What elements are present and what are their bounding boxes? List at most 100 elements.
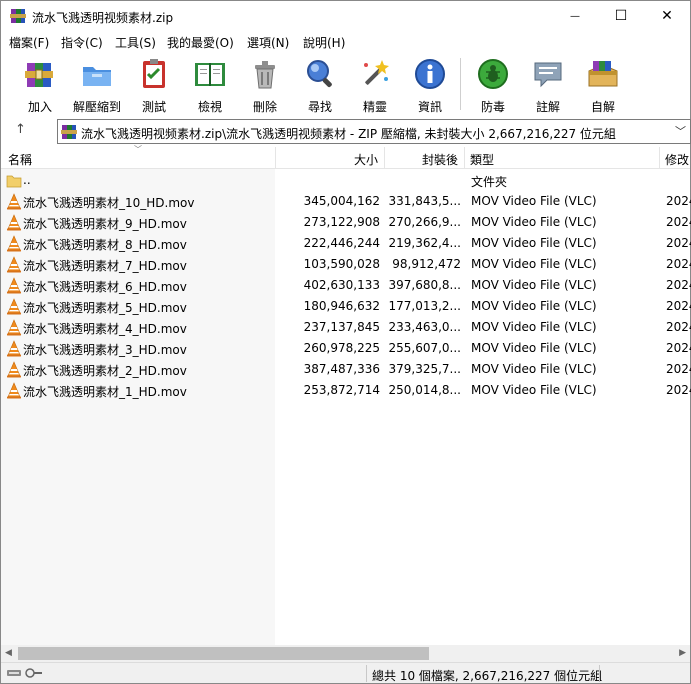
menu-tools[interactable]: 工具(S) xyxy=(115,34,156,51)
minimize-icon: — xyxy=(570,10,580,22)
maximize-icon: ☐ xyxy=(614,8,628,24)
menu-file[interactable]: 檔案(F) xyxy=(9,34,49,51)
file-row[interactable]: 流水飞溅透明素材_3_HD.mov 260,978,225 255,607,0...… xyxy=(1,338,691,359)
menu-favorites[interactable]: 我的最愛(O) xyxy=(167,34,234,51)
vlc-file-icon xyxy=(7,214,21,231)
parent-folder-row[interactable]: .. 文件夾 xyxy=(1,170,690,191)
menu-bar: 檔案(F) 指令(C) 工具(S) 我的最愛(O) 選項(N) 說明(H) xyxy=(1,32,690,52)
menu-help[interactable]: 說明(H) xyxy=(303,34,345,51)
info-label: 資訊 xyxy=(417,100,442,114)
wizard-button[interactable]: 精靈 xyxy=(346,55,402,114)
comment-icon xyxy=(534,62,562,88)
file-packed-size: 177,013,2... xyxy=(388,299,461,313)
file-row[interactable]: 流水飞溅透明素材_7_HD.mov 103,590,028 98,912,472 MO… xyxy=(1,254,691,275)
file-packed-size: 379,325,7... xyxy=(388,362,461,376)
file-modified: 2024 xyxy=(666,320,691,334)
find-button[interactable]: 尋找 xyxy=(291,55,347,114)
column-type[interactable]: 類型 xyxy=(470,151,494,168)
parent-folder-name: .. xyxy=(23,173,31,187)
info-button[interactable]: 資訊 xyxy=(401,55,457,114)
file-list: 名稱 ﹀ 大小 封裝後 類型 修改 .. 文件夾 流水飞溅透明素材_10_HD.… xyxy=(1,145,691,647)
file-size: 260,978,225 xyxy=(303,341,380,355)
wizard-label: 精靈 xyxy=(362,100,387,114)
up-folder-button[interactable]: ↑ xyxy=(15,122,26,137)
view-button[interactable]: 檢視 xyxy=(181,55,237,114)
file-packed-size: 270,266,9... xyxy=(388,215,461,229)
extract-to-button[interactable]: 解壓縮到 xyxy=(68,55,124,114)
status-separator xyxy=(599,665,600,682)
file-row[interactable]: 流水飞溅透明素材_5_HD.mov 180,946,632 177,013,2...… xyxy=(1,296,691,317)
view-icon xyxy=(195,63,225,86)
file-type: MOV Video File (VLC) xyxy=(471,320,597,334)
maximize-button[interactable]: ☐ xyxy=(598,1,644,31)
close-button[interactable]: ✕ xyxy=(644,1,690,31)
file-name: 流水飞溅透明素材_9_HD.mov xyxy=(23,217,187,231)
column-modified[interactable]: 修改 xyxy=(665,151,689,168)
file-type: MOV Video File (VLC) xyxy=(471,383,597,397)
toolbar: 加入 解壓縮到 測試 檢視 刪除 尋找 精靈 資訊 防毒 註解 自解 xyxy=(1,52,690,116)
extract-to-label: 解壓縮到 xyxy=(72,100,121,114)
window-title: 流水飞溅透明视频素材.zip xyxy=(32,11,174,25)
view-label: 檢視 xyxy=(197,100,222,114)
file-row[interactable]: 流水飞溅透明素材_8_HD.mov 222,446,244 219,362,4...… xyxy=(1,233,691,254)
test-icon xyxy=(143,59,165,88)
menu-options[interactable]: 選項(N) xyxy=(247,34,289,51)
horizontal-scrollbar[interactable]: ◀ ▶ xyxy=(1,645,690,662)
file-size: 402,630,133 xyxy=(303,278,380,292)
file-type: MOV Video File (VLC) xyxy=(471,278,597,292)
sfx-button[interactable]: 自解 xyxy=(574,55,630,114)
delete-button[interactable]: 刪除 xyxy=(236,55,292,114)
file-size: 103,590,028 xyxy=(303,257,380,271)
address-bar[interactable]: 流水飞溅透明视频素材.zip\流水飞溅透明视频素材 - ZIP 壓縮檔, 未封裝… xyxy=(57,119,691,144)
file-row[interactable]: 流水飞溅透明素材_6_HD.mov 402,630,133 397,680,8...… xyxy=(1,275,691,296)
vlc-file-icon xyxy=(7,340,21,357)
file-type: MOV Video File (VLC) xyxy=(471,236,597,250)
file-modified: 2024 xyxy=(666,236,691,250)
file-packed-size: 255,607,0... xyxy=(388,341,461,355)
test-button[interactable]: 測試 xyxy=(125,55,181,114)
file-row[interactable]: 流水飞溅透明素材_2_HD.mov 387,487,336 379,325,7...… xyxy=(1,359,691,380)
file-packed-size: 397,680,8... xyxy=(388,278,461,292)
file-type: MOV Video File (VLC) xyxy=(471,215,597,229)
address-path: 流水飞溅透明视频素材.zip\流水飞溅透明视频素材 - ZIP 壓縮檔, 未封裝… xyxy=(81,127,616,141)
comment-button[interactable]: 註解 xyxy=(519,55,575,114)
file-size: 387,487,336 xyxy=(303,362,380,376)
file-size: 180,946,632 xyxy=(303,299,380,313)
add-button[interactable]: 加入 xyxy=(11,55,67,114)
column-divider[interactable] xyxy=(275,147,276,169)
column-divider[interactable] xyxy=(659,147,660,169)
column-size[interactable]: 大小 xyxy=(354,151,378,168)
add-archive-icon xyxy=(25,63,53,87)
column-packed[interactable]: 封裝後 xyxy=(422,151,458,168)
chevron-down-icon[interactable]: ﹀ xyxy=(675,123,686,139)
column-divider[interactable] xyxy=(464,147,465,169)
file-modified: 2024 xyxy=(666,194,691,208)
sort-indicator-icon: ﹀ xyxy=(134,145,142,154)
file-packed-size: 233,463,0... xyxy=(388,320,461,334)
file-name: 流水飞溅透明素材_10_HD.mov xyxy=(23,196,195,210)
scroll-right-icon[interactable]: ▶ xyxy=(679,648,686,658)
file-name: 流水飞溅透明素材_5_HD.mov xyxy=(23,301,187,315)
find-label: 尋找 xyxy=(307,100,332,114)
file-name: 流水飞溅透明素材_7_HD.mov xyxy=(23,259,187,273)
minimize-button[interactable]: — xyxy=(552,1,598,31)
file-row[interactable]: 流水飞溅透明素材_10_HD.mov 345,004,162 331,843,5..… xyxy=(1,191,691,212)
file-name: 流水飞溅透明素材_2_HD.mov xyxy=(23,364,187,378)
menu-commands[interactable]: 指令(C) xyxy=(61,34,103,51)
file-modified: 2024 xyxy=(666,341,691,355)
file-modified: 2024 xyxy=(666,299,691,313)
file-row[interactable]: 流水飞溅透明素材_4_HD.mov 237,137,845 233,463,0...… xyxy=(1,317,691,338)
column-name[interactable]: 名稱 xyxy=(8,151,32,168)
file-packed-size: 219,362,4... xyxy=(388,236,461,250)
delete-label: 刪除 xyxy=(252,100,277,114)
virus-scan-button[interactable]: 防毒 xyxy=(464,55,520,114)
column-divider[interactable] xyxy=(384,147,385,169)
title-bar[interactable]: 流水飞溅透明视频素材.zip — ☐ ✕ xyxy=(1,1,690,32)
vlc-file-icon xyxy=(7,298,21,315)
file-row[interactable]: 流水飞溅透明素材_9_HD.mov 273,122,908 270,266,9...… xyxy=(1,212,691,233)
file-row[interactable]: 流水飞溅透明素材_1_HD.mov 253,872,714 250,014,8...… xyxy=(1,380,691,401)
scroll-left-icon[interactable]: ◀ xyxy=(5,648,12,658)
scrollbar-thumb[interactable] xyxy=(18,647,429,660)
file-modified: 2024 xyxy=(666,257,691,271)
vlc-file-icon xyxy=(7,256,21,273)
